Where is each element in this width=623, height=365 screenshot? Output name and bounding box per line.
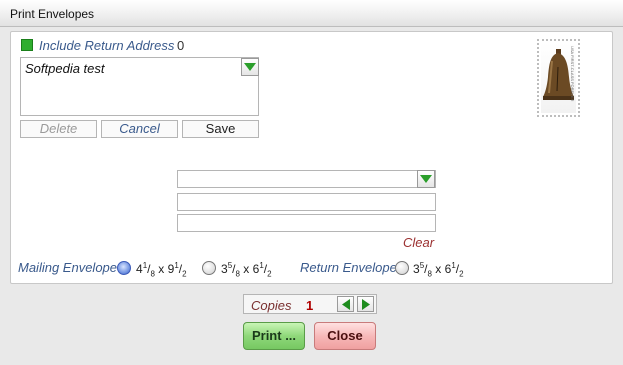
- include-return-address-checkbox[interactable]: [21, 39, 33, 51]
- cancel-button[interactable]: Cancel: [101, 120, 178, 138]
- title-bar: Print Envelopes: [0, 0, 623, 27]
- return-address-text: Softpedia test: [25, 61, 105, 76]
- mailing-size-1-label: 41/8 x 91/2: [136, 261, 187, 279]
- copies-decrement-button[interactable]: [337, 296, 354, 312]
- stamp-side-text: USA FIRST-CLASS FOREVER: [570, 46, 575, 102]
- chevron-down-icon: [420, 175, 432, 183]
- delete-button[interactable]: Delete: [20, 120, 97, 138]
- return-address-input[interactable]: Softpedia test: [20, 57, 259, 116]
- print-button[interactable]: Print ...: [243, 322, 305, 350]
- stamp-image: USA FIRST-CLASS FOREVER: [541, 43, 576, 113]
- recipient-select[interactable]: [177, 170, 436, 188]
- return-size-radio[interactable]: [395, 261, 409, 275]
- return-size-label: 35/8 x 61/2: [413, 261, 464, 279]
- copies-control: Copies 1: [243, 294, 377, 314]
- recipient-field-2[interactable]: [177, 193, 436, 211]
- chevron-down-icon: [244, 63, 256, 71]
- clear-link[interactable]: Clear: [403, 235, 434, 250]
- mailing-size-1-radio[interactable]: [117, 261, 131, 275]
- recipient-field-3[interactable]: [177, 214, 436, 232]
- close-button[interactable]: Close: [314, 322, 376, 350]
- recipient-dropdown-button[interactable]: [417, 170, 435, 188]
- return-address-count: 0: [177, 38, 185, 53]
- copies-increment-button[interactable]: [357, 296, 374, 312]
- window-title: Print Envelopes: [10, 7, 95, 21]
- return-address-dropdown-button[interactable]: [241, 58, 259, 76]
- save-button[interactable]: Save: [182, 120, 259, 138]
- include-return-address-label[interactable]: Include Return Address: [39, 38, 174, 53]
- mailing-size-2-label: 35/8 x 61/2: [221, 261, 272, 279]
- chevron-left-icon: [342, 299, 350, 310]
- chevron-right-icon: [362, 299, 370, 310]
- mailing-size-2-radio[interactable]: [202, 261, 216, 275]
- return-envelope-label: Return Envelope: [300, 260, 397, 275]
- copies-value: 1: [306, 298, 314, 313]
- postage-stamp: USA FIRST-CLASS FOREVER: [537, 39, 580, 117]
- main-panel: Include Return Address 0 Softpedia test …: [10, 31, 613, 284]
- copies-label: Copies: [251, 298, 292, 313]
- mailing-envelope-label: Mailing Envelope: [18, 260, 118, 275]
